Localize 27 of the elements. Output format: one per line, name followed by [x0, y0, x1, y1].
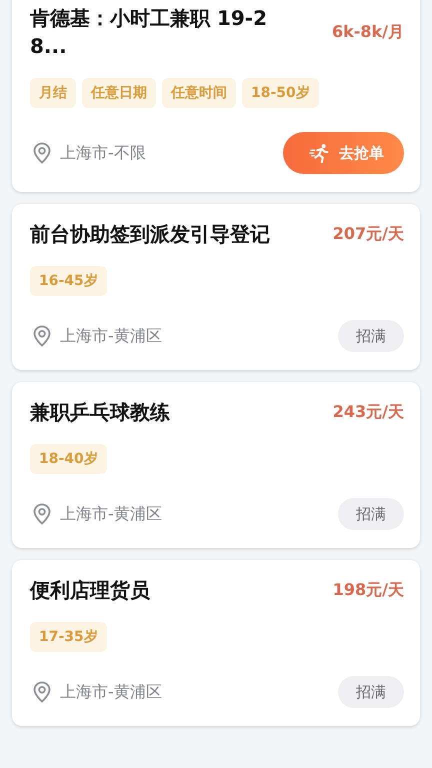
job-location: 上海市-黄浦区	[60, 682, 162, 702]
job-tag: 任意日期	[82, 78, 156, 108]
job-location: 上海市-黄浦区	[60, 504, 162, 524]
job-title: 前台协助签到派发引导登记	[30, 221, 270, 248]
job-title: 兼职乒乓球教练	[30, 399, 170, 426]
job-tag: 任意时间	[162, 78, 236, 108]
job-title: 肯德基：小时工兼职 19-28...	[30, 5, 268, 60]
full-status-button[interactable]: 招满	[338, 320, 404, 352]
job-pay: 198元/天	[332, 580, 404, 600]
job-location: 上海市-黄浦区	[60, 326, 162, 346]
job-card[interactable]: 兼职乒乓球教练 243元/天 18-40岁 上海市-黄浦区 招满	[12, 382, 420, 548]
full-status-button[interactable]: 招满	[338, 676, 404, 708]
job-title: 便利店理货员	[30, 577, 150, 604]
job-tag: 18-40岁	[30, 444, 107, 474]
runner-icon	[309, 142, 331, 164]
job-card[interactable]: 便利店理货员 198元/天 17-35岁 上海市-黄浦区 招满	[12, 560, 420, 726]
job-card[interactable]: 前台协助签到派发引导登记 207元/天 16-45岁 上海市-黄浦区 招满	[12, 204, 420, 370]
job-location: 上海市-不限	[60, 142, 146, 164]
job-pay: 6k-8k/月	[332, 22, 404, 42]
job-tag: 18-50岁	[242, 78, 319, 108]
job-tag: 16-45岁	[30, 266, 107, 296]
job-tag: 月结	[30, 78, 76, 108]
job-card[interactable]: 肯德基：小时工兼职 19-28... 6k-8k/月 月结 任意日期 任意时间 18-50岁 上海市-不限 去抢单	[12, 0, 420, 192]
full-status-button[interactable]: 招满	[338, 498, 404, 530]
job-pay: 207元/天	[332, 224, 404, 244]
job-pay: 243元/天	[332, 402, 404, 422]
job-tag: 17-35岁	[30, 622, 107, 652]
